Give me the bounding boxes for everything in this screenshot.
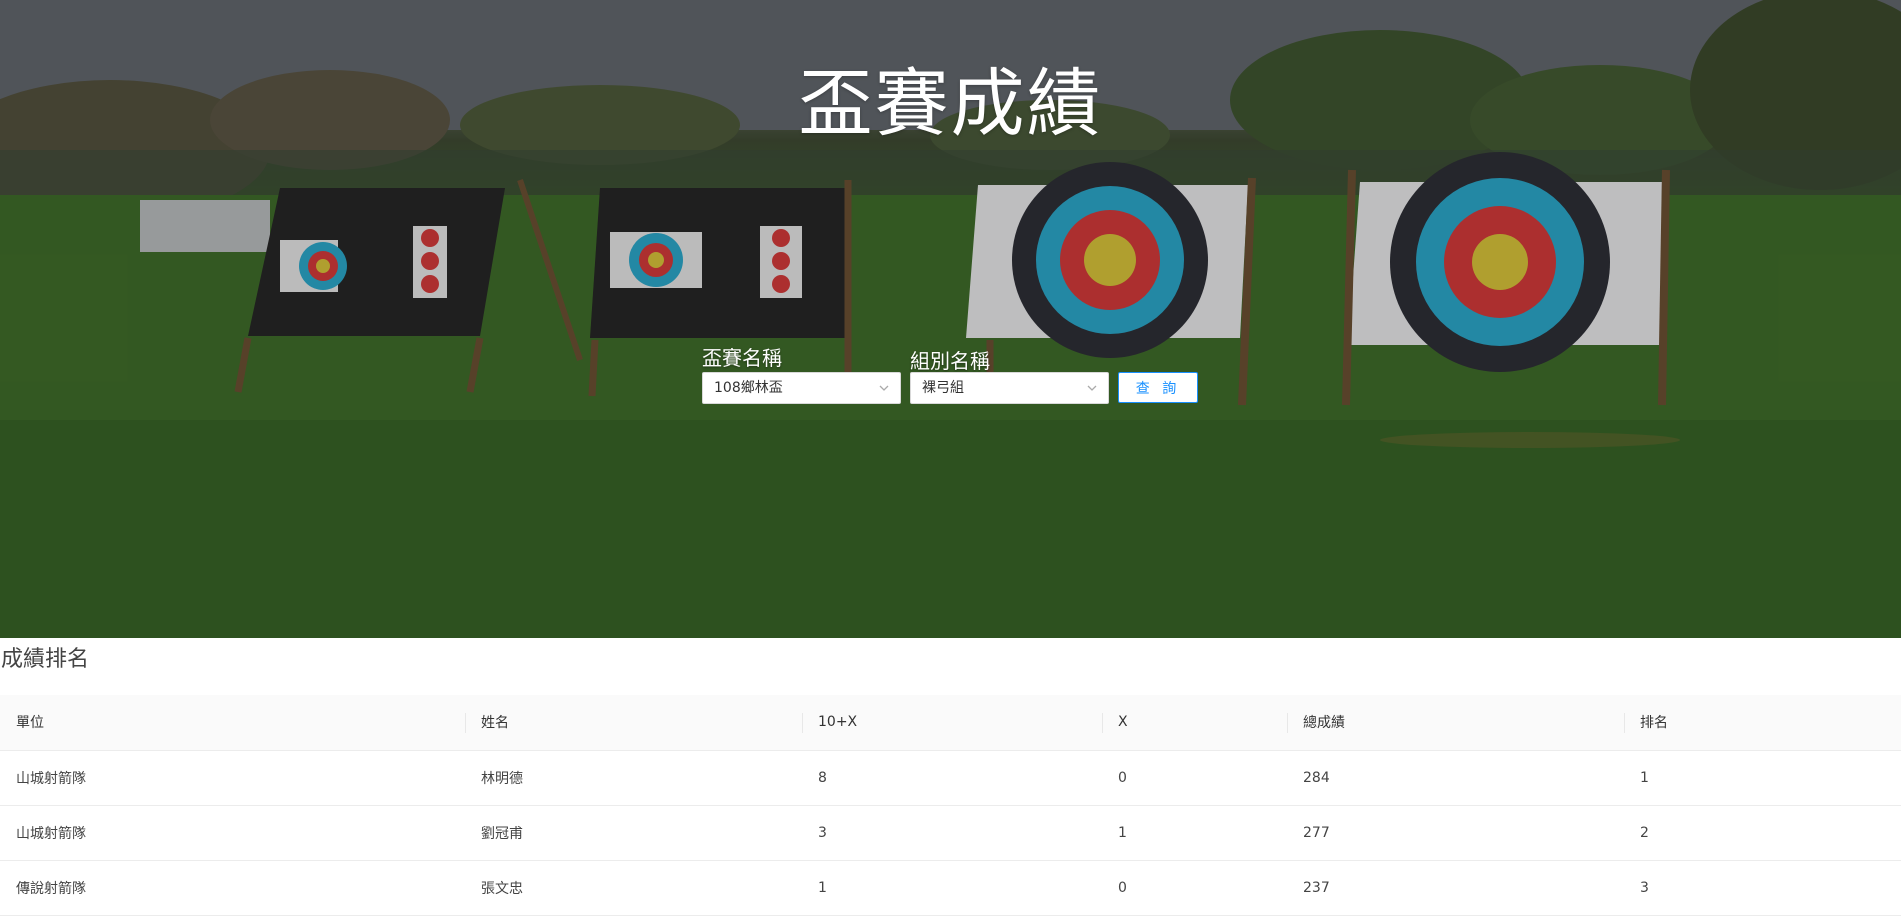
cell-name: 劉冠甫: [465, 805, 802, 861]
competition-select-value: 108鄉林盃: [714, 380, 783, 396]
column-header-10x: 10+X: [802, 695, 1102, 751]
table-row: 傳說射箭隊 張文忠 1 0 237 3: [0, 860, 1901, 916]
cell-10x: 3: [802, 805, 1102, 861]
cell-unit: 山城射箭隊: [0, 750, 465, 806]
column-header-x: X: [1102, 695, 1287, 751]
group-select[interactable]: 裸弓組: [910, 372, 1109, 404]
cell-unit: 山城射箭隊: [0, 805, 465, 861]
cell-name: 林明德: [465, 750, 802, 806]
cell-total: 277: [1287, 805, 1624, 861]
column-header-total: 總成績: [1287, 695, 1624, 751]
competition-select[interactable]: 108鄉林盃: [702, 372, 901, 404]
page-title: 盃賽成績: [798, 61, 1103, 147]
column-header-rank: 排名: [1624, 695, 1901, 751]
results-title: 成績排名: [1, 647, 90, 672]
cell-rank: 3: [1624, 860, 1901, 916]
table-header-row: 單位 姓名 10+X X 總成績 排名: [0, 695, 1901, 751]
group-label: 組別名稱: [910, 349, 990, 373]
cell-total: 237: [1287, 860, 1624, 916]
cell-rank: 1: [1624, 750, 1901, 806]
competition-label: 盃賽名稱: [702, 346, 782, 370]
cell-total: 284: [1287, 750, 1624, 806]
table-row: 山城射箭隊 林明德 8 0 284 1: [0, 750, 1901, 806]
cell-x: 0: [1102, 750, 1287, 806]
cell-unit: 傳說射箭隊: [0, 860, 465, 916]
cell-x: 1: [1102, 805, 1287, 861]
chevron-down-icon: [879, 385, 889, 391]
results-table: 單位 姓名 10+X X 總成績 排名 山城射箭隊 林明德 8 0 284 1 …: [0, 695, 1901, 916]
table-row: 山城射箭隊 劉冠甫 3 1 277 2: [0, 805, 1901, 861]
query-button[interactable]: 查 詢: [1118, 372, 1198, 403]
cell-x: 0: [1102, 860, 1287, 916]
column-header-name: 姓名: [465, 695, 802, 751]
group-select-value: 裸弓組: [922, 380, 964, 396]
cell-10x: 8: [802, 750, 1102, 806]
cell-rank: 2: [1624, 805, 1901, 861]
cell-10x: 1: [802, 860, 1102, 916]
column-header-unit: 單位: [0, 695, 465, 751]
cell-name: 張文忠: [465, 860, 802, 916]
hero-banner: 盃賽成績 盃賽名稱 108鄉林盃 組別名稱 裸弓組 查 詢: [0, 0, 1901, 638]
chevron-down-icon: [1087, 385, 1097, 391]
